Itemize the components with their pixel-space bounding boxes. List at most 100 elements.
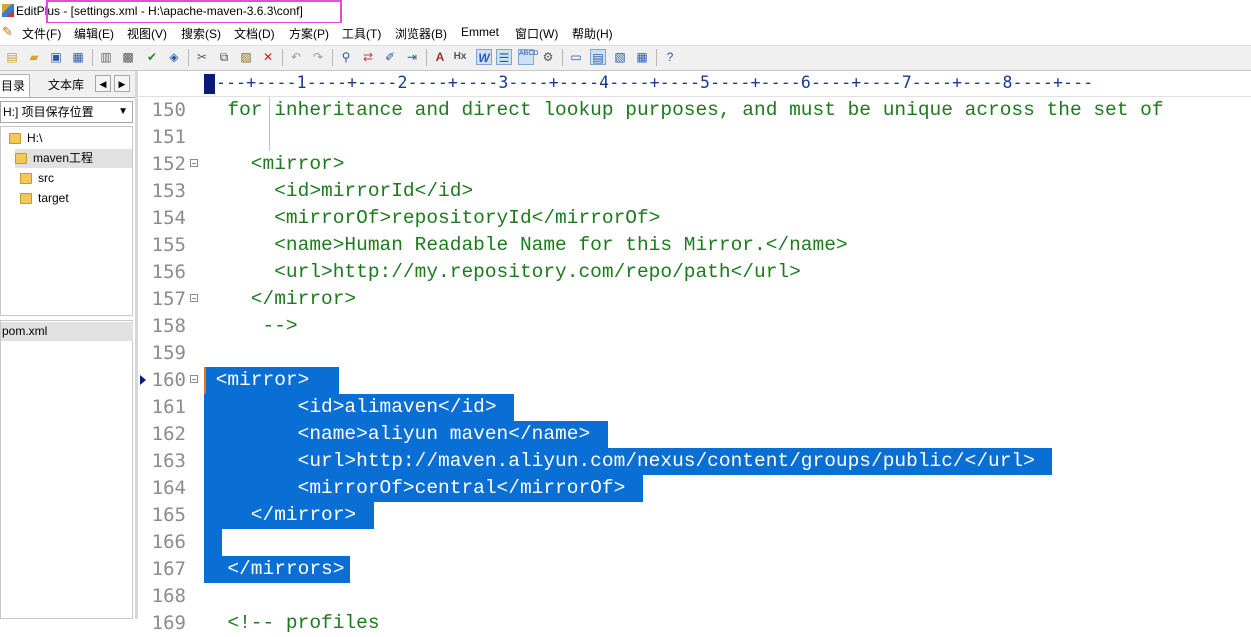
copy-icon[interactable]: ⧉ xyxy=(216,49,232,65)
line-number: 163 xyxy=(151,450,186,472)
line-number: 167 xyxy=(151,558,186,580)
folder-open-icon xyxy=(9,133,21,145)
fold-collapse-icon[interactable] xyxy=(190,294,198,302)
tab-directory[interactable]: 目录 xyxy=(0,74,31,97)
font-icon[interactable]: A xyxy=(432,49,448,65)
line-number: 158 xyxy=(151,315,186,337)
goto-icon[interactable]: ⇥ xyxy=(404,49,420,65)
editor-line: 161 <id>alimaven</id> xyxy=(138,394,1251,421)
tab-next-arrow-icon[interactable]: ▶ xyxy=(114,75,130,92)
code-text: <url>http://maven.aliyun.com/nexus/conte… xyxy=(204,450,1047,472)
editor-line: 169 <!-- profiles xyxy=(138,610,1251,637)
indent-guide xyxy=(269,124,270,151)
line-number: 153 xyxy=(151,180,186,202)
replace-icon[interactable]: ⇄ xyxy=(360,49,376,65)
tree-item-maven-project[interactable]: maven工程 xyxy=(15,149,132,168)
line-number: 155 xyxy=(151,234,186,256)
menu-edit[interactable]: 编辑(E) xyxy=(74,25,114,42)
line-number: 161 xyxy=(151,396,186,418)
new-file-icon[interactable]: ▤ xyxy=(4,49,20,65)
spell-check-icon[interactable]: ✔ xyxy=(144,49,160,65)
tab-prev-arrow-icon[interactable]: ◀ xyxy=(95,75,111,92)
ruler-icon[interactable]: ABCD xyxy=(518,49,538,65)
editor-line: 158 --> xyxy=(138,313,1251,340)
drive-select-value: H:] 项目保存位置 xyxy=(3,105,94,119)
file-item-pom[interactable]: pom.xml xyxy=(1,322,133,341)
menu-browser[interactable]: 浏览器(B) xyxy=(395,25,447,42)
directory-tree: H:\ maven工程 src target xyxy=(0,126,133,316)
toolbar-separator xyxy=(332,49,333,66)
editor-line: 155 <name>Human Readable Name for this M… xyxy=(138,232,1251,259)
menu-emmet[interactable]: Emmet xyxy=(461,25,499,39)
code-text: </mirror> xyxy=(204,504,368,526)
code-text: <mirror> xyxy=(204,153,345,175)
toolbar-separator xyxy=(92,49,93,66)
tab-cliptext[interactable]: 文本库 xyxy=(44,74,88,96)
title-highlight-box xyxy=(46,0,342,24)
menu-view[interactable]: 视图(V) xyxy=(127,25,167,42)
window-3-icon[interactable]: ▧ xyxy=(612,49,628,65)
menu-tools[interactable]: 工具(T) xyxy=(342,25,381,42)
title-bar: EditPlus - [settings.xml - H:\apache-mav… xyxy=(0,0,1251,24)
browser-icon[interactable]: ◈ xyxy=(166,49,182,65)
current-line-marker-icon xyxy=(140,375,146,385)
column-ruler: ---+----1----+----2----+----3----+----4-… xyxy=(138,72,1251,97)
redo-icon[interactable]: ↷ xyxy=(310,49,326,65)
line-number: 164 xyxy=(151,477,186,499)
indent-guide xyxy=(269,97,270,124)
menu-file[interactable]: 文件(F) xyxy=(22,25,61,42)
code-text: --> xyxy=(204,315,298,337)
editor-line: 167 </mirrors> xyxy=(138,556,1251,583)
menu-search[interactable]: 搜索(S) xyxy=(181,25,221,42)
print-preview-icon[interactable]: ▥ xyxy=(98,49,114,65)
code-text: <mirror> xyxy=(204,369,333,391)
code-text: <mirrorOf>central</mirrorOf> xyxy=(204,477,637,499)
editor-line: 152 <mirror> xyxy=(138,151,1251,178)
fold-collapse-icon[interactable] xyxy=(190,159,198,167)
drive-select[interactable]: H:] 项目保存位置 ▼ xyxy=(0,101,133,123)
file-list: pom.xml xyxy=(0,320,133,619)
open-folder-icon[interactable]: ▰ xyxy=(26,49,42,65)
window-4-icon[interactable]: ▦ xyxy=(634,49,650,65)
word-wrap-icon[interactable]: W xyxy=(476,49,492,65)
code-text: <name>Human Readable Name for this Mirro… xyxy=(204,234,848,256)
paste-icon[interactable]: ▨ xyxy=(238,49,254,65)
save-icon[interactable]: ▣ xyxy=(48,49,64,65)
menu-help[interactable]: 帮助(H) xyxy=(572,25,613,42)
code-text: <mirrorOf>repositoryId</mirrorOf> xyxy=(204,207,661,229)
save-all-icon[interactable]: ▦ xyxy=(70,49,86,65)
window-2-icon[interactable]: ▤ xyxy=(590,49,606,65)
menu-document[interactable]: 文档(D) xyxy=(234,25,275,42)
help-icon[interactable]: ? xyxy=(662,49,678,65)
find-icon[interactable]: ⚲ xyxy=(338,49,354,65)
fold-collapse-icon[interactable] xyxy=(190,375,198,383)
code-editor[interactable]: 150 for inheritance and direct lookup pu… xyxy=(138,97,1251,634)
tree-item-src[interactable]: src xyxy=(20,169,54,188)
editplus-app-icon xyxy=(2,4,14,17)
tree-item-label: target xyxy=(38,191,69,205)
line-number: 151 xyxy=(151,126,186,148)
undo-icon[interactable]: ↶ xyxy=(288,49,304,65)
window-1-icon[interactable]: ▭ xyxy=(568,49,584,65)
print-icon[interactable]: ▩ xyxy=(120,49,136,65)
tree-item-drive[interactable]: H:\ xyxy=(9,129,42,148)
edit-icon[interactable]: ✐ xyxy=(382,49,398,65)
tree-item-target[interactable]: target xyxy=(20,189,69,208)
line-number: 166 xyxy=(151,531,186,553)
delete-icon[interactable]: ✕ xyxy=(260,49,276,65)
toolbar: ▤ ▰ ▣ ▦ ▥ ▩ ✔ ◈ ✂ ⧉ ▨ ✕ ↶ ↷ ⚲ ⇄ ✐ ⇥ A Hx… xyxy=(0,45,1251,71)
folder-icon xyxy=(20,193,32,205)
tree-item-label: H:\ xyxy=(27,131,43,145)
editor-line: 166 xyxy=(138,529,1251,556)
editor-line: 150 for inheritance and direct lookup pu… xyxy=(138,97,1251,124)
settings-icon[interactable]: ⚙ xyxy=(540,49,556,65)
folder-icon xyxy=(20,173,32,185)
cut-icon[interactable]: ✂ xyxy=(194,49,210,65)
menu-project[interactable]: 方案(P) xyxy=(289,25,329,42)
ruler-text: ---+----1----+----2----+----3----+----4-… xyxy=(216,73,1094,92)
menu-window[interactable]: 窗口(W) xyxy=(515,25,558,42)
line-number: 165 xyxy=(151,504,186,526)
line-number-icon[interactable]: ☰ xyxy=(496,49,512,65)
heading-icon[interactable]: Hx xyxy=(452,49,468,65)
